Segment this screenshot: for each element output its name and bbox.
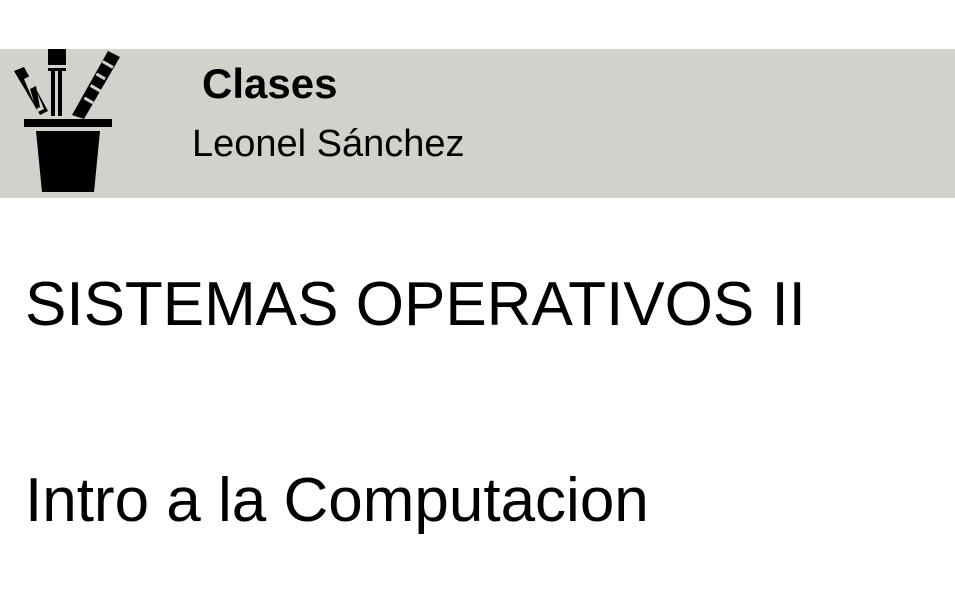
app-header: Clases Leonel Sánchez xyxy=(0,49,955,198)
pencil-cup-icon xyxy=(10,49,130,198)
header-title: Clases xyxy=(202,60,338,107)
status-bar-area xyxy=(0,0,955,49)
header-subtitle: Leonel Sánchez xyxy=(192,123,465,165)
class-item-sistemas-operativos-ii[interactable]: SISTEMAS OPERATIVOS II xyxy=(25,270,806,340)
class-item-intro-computacion[interactable]: Intro a la Computacion xyxy=(25,466,649,536)
